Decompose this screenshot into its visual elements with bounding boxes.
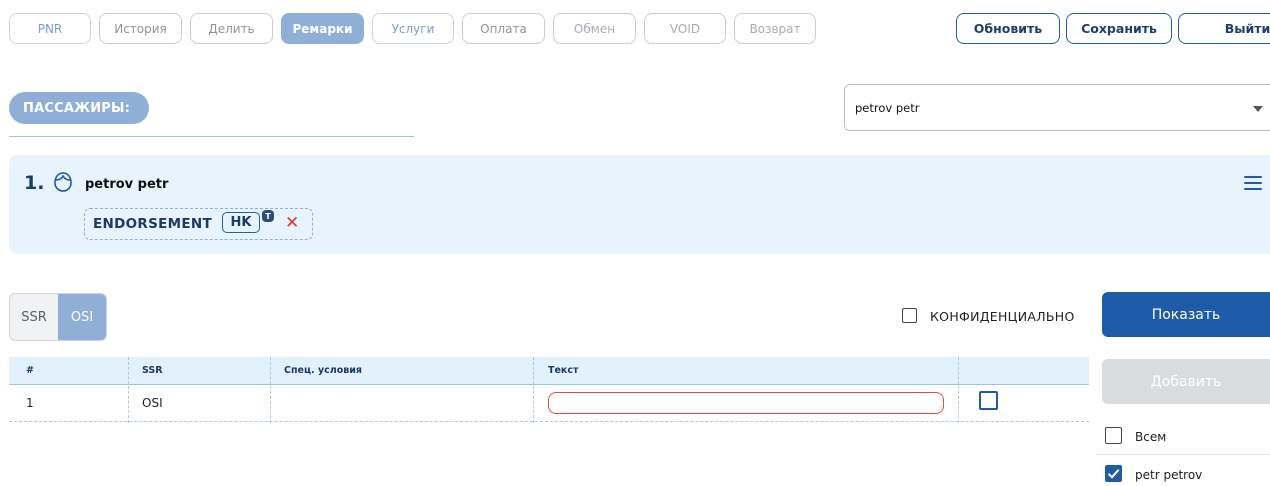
- save-button[interactable]: Сохранить: [1066, 13, 1172, 44]
- tab-history[interactable]: История: [99, 13, 182, 44]
- endorsement-label: ENDORSEMENT: [93, 216, 213, 232]
- all-label: Всем: [1135, 430, 1167, 444]
- status-badge: HK: [222, 212, 260, 233]
- remark-type-toggle[interactable]: SSR OSI: [9, 293, 107, 341]
- passenger-avatar-icon: [54, 172, 72, 192]
- col-text: Текст: [548, 365, 579, 376]
- show-button[interactable]: Показать: [1102, 292, 1270, 337]
- close-icon[interactable]: ✕: [285, 213, 299, 233]
- row-ssr: OSI: [142, 396, 163, 410]
- passenger-name: petrov petr: [85, 177, 169, 192]
- col-ssr: SSR: [142, 365, 163, 376]
- tab-split[interactable]: Делить: [190, 13, 273, 44]
- row-number: 1: [26, 396, 34, 410]
- confidential-label: КОНФИДЕНЦИАЛЬНО: [930, 309, 1075, 324]
- toggle-osi[interactable]: OSI: [58, 294, 106, 340]
- passengers-divider: [9, 136, 414, 137]
- tab-remarks[interactable]: Ремарки: [281, 13, 364, 44]
- passenger-select[interactable]: petrov petr: [844, 84, 1270, 131]
- check-icon: [1107, 469, 1120, 479]
- exit-button[interactable]: Выйти: [1178, 13, 1270, 44]
- exit-label: Выйти: [1224, 21, 1270, 36]
- passenger-checkbox[interactable]: [1105, 465, 1122, 482]
- col-conditions: Спец. условия: [284, 365, 363, 376]
- tab-exchange[interactable]: Обмен: [553, 13, 636, 44]
- passenger-select-value: petrov petr: [855, 100, 920, 115]
- passengers-heading: ПАССАЖИРЫ:: [9, 92, 149, 124]
- confidential-checkbox[interactable]: [902, 308, 917, 323]
- toggle-ssr[interactable]: SSR: [10, 294, 58, 340]
- tab-pnr[interactable]: PNR: [9, 13, 91, 44]
- add-button[interactable]: Добавить: [1102, 359, 1270, 404]
- chevron-down-icon: [1253, 106, 1263, 112]
- menu-icon[interactable]: [1244, 176, 1262, 190]
- endorsement-tag: ENDORSEMENT: [84, 208, 313, 240]
- col-number: #: [26, 365, 34, 376]
- column-divider: [958, 357, 959, 423]
- tab-refund[interactable]: Возврат: [734, 13, 816, 44]
- passenger-number: 1.: [24, 172, 45, 194]
- column-divider: [128, 357, 129, 423]
- table-row: [9, 421, 1089, 422]
- all-checkbox[interactable]: [1105, 427, 1122, 444]
- passenger-recipient-label: petr petrov: [1135, 468, 1203, 482]
- tab-services[interactable]: Услуги: [372, 13, 454, 44]
- refresh-button[interactable]: Обновить: [956, 13, 1060, 44]
- ticket-badge: T: [262, 210, 274, 222]
- column-divider: [270, 357, 271, 423]
- row-checkbox[interactable]: [979, 391, 998, 410]
- recipients-divider: [1096, 454, 1270, 455]
- tab-payment[interactable]: Оплата: [462, 13, 545, 44]
- column-divider: [533, 357, 534, 423]
- tab-void[interactable]: VOID: [644, 13, 726, 44]
- remark-text-input[interactable]: [548, 392, 944, 414]
